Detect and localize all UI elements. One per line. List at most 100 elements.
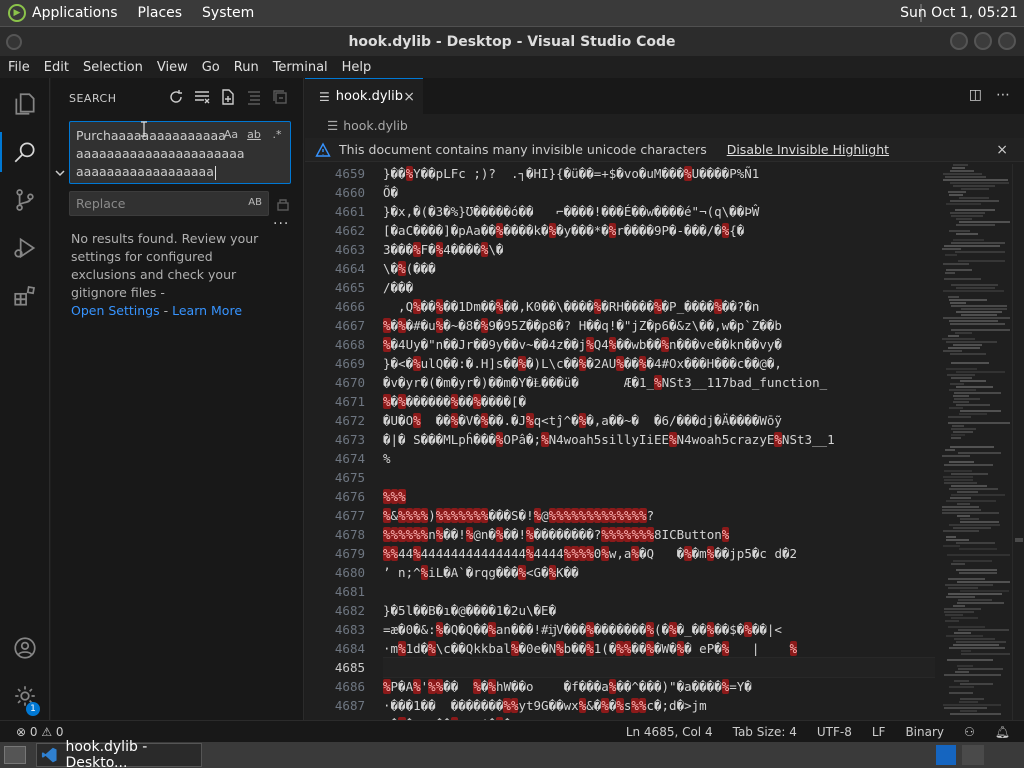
notifications-bell-icon[interactable]: 🔔︎ (995, 725, 1010, 739)
activity-extensions[interactable] (0, 272, 50, 320)
code-line[interactable]: �|� S���MLpĥ���%OPâ�;%N4woah5sillyIiEE%N… (383, 430, 935, 449)
panel-menu-system[interactable]: System (202, 5, 254, 21)
minimap-line (942, 455, 970, 457)
code-line[interactable]: %&%%%%)%%%%%%%���S�!%@%%%%%%%%%%%%%? (383, 506, 935, 525)
code-line[interactable]: %P�A%'%%�� %�%hW��o �f���a%��^���)"�a���… (383, 677, 935, 696)
window-menu-icon[interactable] (6, 34, 22, 50)
code-line[interactable]: [�aC����]�pAa��%����k�%�y���*�%r����9P�-… (383, 221, 935, 240)
language-mode[interactable]: Binary (905, 725, 944, 739)
panel-menu-applications[interactable]: Applications (32, 5, 118, 21)
menu-run[interactable]: Run (227, 60, 266, 75)
split-editor-icon[interactable]: ◫ (969, 87, 982, 103)
menu-go[interactable]: Go (195, 60, 227, 75)
menu-terminal[interactable]: Terminal (266, 60, 335, 75)
panel-menu-places[interactable]: Places (138, 5, 183, 21)
code-line[interactable]: }�5l��B�ı�@����1�2u\�E� (383, 601, 935, 620)
code-line[interactable]: }�x,�(�3�%}Ʊ�����ó�� ⌐����!���É��w����é"… (383, 202, 935, 221)
code-line[interactable]: %%44%44444444444444%4444%%%%0%w,a%�Q �%�… (383, 544, 935, 563)
collapse-all-button[interactable] (271, 88, 289, 106)
menu-help[interactable]: Help (335, 60, 379, 75)
code-view[interactable]: }��%Y��pLFϲ ;)? .┐�HI}{�ü��=+$�vo�uM���%… (383, 164, 935, 720)
vertical-scrollbar[interactable] (1012, 164, 1024, 720)
match-case-toggle[interactable]: Aa (222, 126, 240, 144)
minimap-line (956, 287, 995, 289)
invisible-char-highlight: % (706, 622, 715, 637)
tab-size[interactable]: Tab Size: 4 (733, 725, 797, 739)
toggle-replace-button[interactable] (54, 164, 66, 177)
scrollbar-thumb[interactable] (1015, 538, 1023, 542)
disable-invisible-highlight-link[interactable]: Disable Invisible Highlight (727, 142, 889, 157)
activity-run-debug[interactable] (0, 224, 50, 272)
tray-vscode-icon[interactable] (936, 745, 956, 765)
code-line[interactable]: ·m%1d�%\c��Qkkbal%�0e�N%b��%1(�%%��%�W�%… (383, 639, 935, 658)
workspace-switcher[interactable] (962, 745, 984, 765)
clear-results-button[interactable] (193, 88, 211, 106)
activity-source-control[interactable] (0, 176, 50, 224)
menu-view[interactable]: View (150, 60, 195, 75)
minimap-line (944, 464, 993, 466)
close-window-button[interactable] (998, 32, 1016, 50)
activity-search[interactable] (0, 128, 50, 176)
code-line[interactable]: 3���%F�%4����%\� (383, 240, 935, 259)
preserve-case-toggle[interactable]: AB (248, 197, 262, 208)
minimap-line (943, 317, 1010, 319)
end-of-line[interactable]: LF (872, 725, 886, 739)
window-titlebar[interactable]: hook.dylib - Desktop - Visual Studio Cod… (0, 26, 1024, 56)
code-line[interactable]: �v�yr�(�m�yr�)��m�Y�Ⱡ���ü� Æ�1_%NSt3__11… (383, 373, 935, 392)
minimap-line (950, 212, 985, 214)
code-line[interactable]: }��%Y��pLFϲ ;)? .┐�HI}{�ü��=+$�vo�uM���%… (383, 164, 935, 183)
code-line[interactable]: ·���1�� �������%%yt9G��wx%&�%�%s%%c�;d�>… (383, 696, 935, 715)
code-line[interactable]: \�%(��� (383, 259, 935, 278)
banner-close-button[interactable]: × (996, 142, 1008, 158)
refresh-button[interactable] (167, 88, 185, 106)
tab-hook-dylib[interactable]: ☰ hook.dylib × (305, 78, 423, 114)
activity-manage[interactable]: 1 (0, 672, 50, 720)
code-line[interactable]: %%% (383, 487, 935, 506)
line-number: 4674 (334, 451, 365, 466)
match-whole-word-toggle[interactable]: ab (245, 126, 263, 144)
feedback-icon[interactable]: ⚇ (964, 725, 975, 739)
code-line[interactable] (383, 468, 935, 487)
new-search-editor-button[interactable] (219, 88, 237, 106)
minimap[interactable] (942, 164, 1010, 720)
code-line[interactable]: %%%%%%n%��!%@n�%��!%��������?%%%%%%%8ICB… (383, 525, 935, 544)
search-input[interactable]: Purchaaaaaaaaaaaaaaa aaa aaaaaaaaaaaaaaaa… (69, 121, 291, 184)
activity-explorer[interactable] (0, 80, 50, 128)
tab-close-button[interactable]: × (403, 89, 415, 105)
breadcrumb[interactable]: ☰ hook.dylib (327, 118, 408, 133)
code-line[interactable] (383, 582, 935, 601)
code-line[interactable]: %�%������%��%����[� (383, 392, 935, 411)
menu-edit[interactable]: Edit (37, 60, 76, 75)
show-desktop-icon[interactable] (4, 746, 26, 764)
activity-accounts[interactable] (0, 624, 50, 672)
code-line[interactable]: }�<�%ulQ��:�.H]s��%�)L\c��%�2AU%��%�4#Ox… (383, 354, 935, 373)
code-line[interactable]: %�%�#�u%�~�8�%9�95Z��p8�? H��q!�"jZ�p6�&… (383, 316, 935, 335)
code-line[interactable]: % (383, 449, 935, 468)
code-line[interactable]: ’ n;^%iL�A`�rqg���%<G�%K�� (383, 563, 935, 582)
open-settings-link[interactable]: Open Settings (71, 303, 160, 318)
minimize-button[interactable] (950, 32, 968, 50)
learn-more-link[interactable]: Learn More (172, 303, 242, 318)
replace-input[interactable]: Replace AB (69, 191, 269, 216)
more-actions-icon[interactable]: ⋯ (996, 87, 1010, 103)
code-line[interactable]: /��� (383, 278, 935, 297)
code-line[interactable] (383, 657, 935, 678)
replace-all-button[interactable] (276, 196, 290, 211)
minimap-line (961, 650, 971, 652)
code-line[interactable]: �U�O% ��%�V�%��.�J%q<tĵ^�%�,a��~� �6/���… (383, 411, 935, 430)
code-line[interactable]: ,Q%��%��1Dm��%��,K0��\����%�RH����%�P_��… (383, 297, 935, 316)
cursor-position[interactable]: Ln 4685, Col 4 (626, 725, 713, 739)
code-line[interactable]: %�4Uy�"n��Jr��9y��v~��4z��j%Q4%��wb��%n�… (383, 335, 935, 354)
panel-clock[interactable]: Sun Oct 1, 05:21 (900, 5, 1018, 21)
code-line[interactable]: Õ� (383, 183, 935, 202)
problems-indicator[interactable]: ⊗ 0 ⚠ 0 (16, 725, 64, 739)
menu-selection[interactable]: Selection (76, 60, 150, 75)
use-regex-toggle[interactable]: .* (268, 126, 286, 144)
view-as-tree-button[interactable] (245, 88, 263, 106)
menu-file[interactable]: File (0, 60, 37, 75)
code-line[interactable]: =æ�0�&:%�Q�Q��%an���!#ĳV���%�������%(�%�… (383, 620, 935, 639)
distro-logo-icon[interactable]: ▶ (8, 4, 26, 22)
file-encoding[interactable]: UTF-8 (817, 725, 852, 739)
taskbar-window-vscode[interactable]: hook.dylib - Deskto... (36, 739, 202, 768)
maximize-button[interactable] (974, 32, 992, 50)
